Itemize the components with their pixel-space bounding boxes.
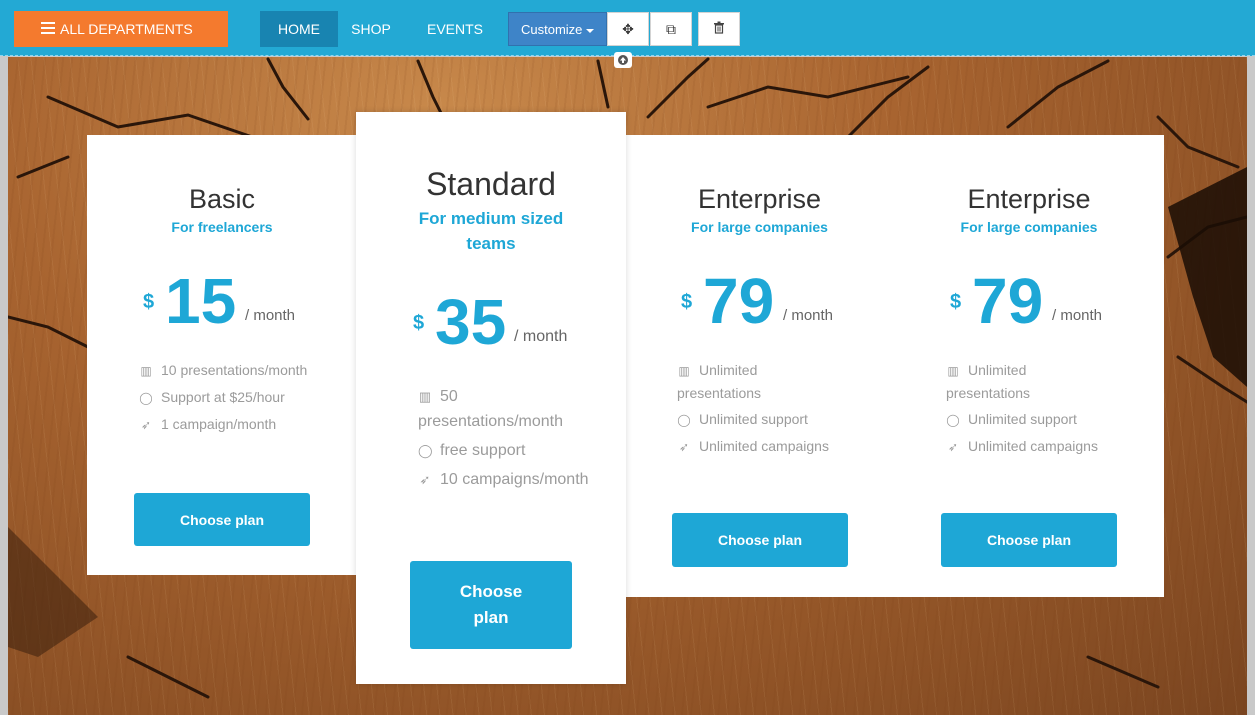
price-amount: 79 — [703, 265, 775, 337]
currency-symbol: $ — [143, 291, 155, 313]
choose-plan-button[interactable]: Choose plan — [941, 513, 1117, 567]
plan-subtitle: For large companies — [960, 219, 1098, 235]
feature-item: ▥ Unlimited presentations — [677, 362, 762, 401]
customize-dropdown[interactable]: Customize — [508, 12, 607, 46]
currency-symbol: $ — [413, 312, 425, 334]
chart-icon: ▥ — [947, 364, 959, 378]
feature-item: ➶ 10 campaigns/month — [418, 467, 606, 492]
pricing-card-standard: Standard For medium sized teams $ 35 / m… — [356, 112, 626, 684]
plan-subtitle: For large companies — [691, 219, 828, 235]
move-button[interactable]: ✥ — [607, 12, 649, 46]
plan-subtitle: For freelancers — [171, 219, 273, 235]
feature-item: ➶ Unlimited campaigns — [946, 435, 1104, 458]
plan-name: Enterprise — [697, 184, 822, 214]
chat-icon: ◯ — [677, 413, 691, 427]
choose-plan-button[interactable]: Choose plan — [134, 493, 310, 546]
currency-symbol: $ — [681, 291, 693, 313]
plan-price: $ 79 / month — [894, 269, 1164, 333]
feature-item: ▥ Unlimited presentations — [946, 362, 1031, 401]
price-period: / month — [783, 307, 834, 324]
feature-item: ◯ Unlimited support — [677, 408, 834, 431]
price-amount: 35 — [435, 286, 507, 358]
feature-list: ▥ Unlimited presentations ◯ Unlimited supp… — [677, 359, 834, 458]
price-amount: 15 — [165, 265, 237, 337]
delete-button[interactable] — [698, 12, 740, 46]
chart-icon: ▥ — [418, 389, 432, 404]
all-departments-label: ALL DEPARTMENTS — [60, 21, 193, 37]
chat-icon: ◯ — [139, 391, 153, 405]
feature-item: ▥ 10 presentations/month — [139, 359, 337, 382]
caret-down-icon — [586, 28, 595, 33]
pricing-card-enterprise-2: Enterprise For large companies $ 79 / mo… — [894, 135, 1164, 597]
move-icon: ✥ — [622, 20, 634, 37]
all-departments-button[interactable]: ALL DEPARTMENTS — [14, 11, 228, 47]
rocket-icon: ➶ — [419, 472, 431, 487]
chat-icon: ◯ — [946, 413, 960, 427]
price-amount: 79 — [972, 265, 1044, 337]
feature-list: ▥ 50 presentations/month ◯ free support ➶ 1… — [418, 384, 606, 492]
plan-name: Standard — [426, 166, 556, 202]
price-period: / month — [514, 328, 568, 345]
rocket-icon: ➶ — [947, 440, 959, 454]
plan-price: $ 15 / month — [87, 269, 357, 333]
plan-name: Basic — [188, 184, 256, 214]
chart-icon: ▥ — [678, 364, 690, 378]
plan-price: $ 35 / month — [356, 284, 626, 354]
nav-shop[interactable]: SHOP — [340, 11, 402, 47]
pricing-card-basic: Basic For freelancers $ 15 / month ▥ 10 p… — [87, 135, 357, 575]
currency-symbol: $ — [950, 291, 962, 313]
rocket-icon: ➶ — [140, 418, 152, 432]
trash-icon — [713, 21, 725, 37]
feature-list: ▥ 10 presentations/month ◯ Support at $25/… — [139, 359, 337, 436]
customize-label: Customize — [521, 22, 583, 37]
menu-icon — [41, 22, 55, 34]
price-period: / month — [1052, 307, 1103, 324]
copy-icon: ⧉ — [666, 20, 676, 37]
chat-icon: ◯ — [418, 443, 433, 458]
choose-plan-button[interactable]: Choose plan — [410, 561, 572, 649]
nav-home[interactable]: HOME — [260, 11, 338, 47]
pricing-card-enterprise: Enterprise For large companies $ 79 / mo… — [625, 135, 894, 597]
arrow-up-icon — [618, 55, 628, 65]
feature-item: ◯ free support — [418, 438, 606, 463]
duplicate-button[interactable]: ⧉ — [650, 12, 692, 46]
rocket-icon: ➶ — [678, 440, 690, 454]
move-up-handle[interactable] — [614, 52, 632, 68]
top-navigation-bar: ALL DEPARTMENTS HOME SHOP EVENTS Customi… — [0, 0, 1255, 56]
plan-name: Enterprise — [967, 184, 1091, 214]
feature-item: ▥ 50 presentations/month — [418, 384, 606, 434]
nav-events[interactable]: EVENTS — [412, 11, 498, 47]
feature-item: ◯ Unlimited support — [946, 408, 1104, 431]
plan-subtitle: For medium sized teams — [418, 209, 564, 253]
feature-list: ▥ Unlimited presentations ◯ Unlimited supp… — [946, 359, 1104, 458]
feature-item: ➶ 1 campaign/month — [139, 413, 337, 436]
feature-item: ◯ Support at $25/hour — [139, 386, 337, 409]
feature-item: ➶ Unlimited campaigns — [677, 435, 834, 458]
chart-icon: ▥ — [140, 364, 152, 378]
price-period: / month — [245, 307, 296, 324]
plan-price: $ 79 / month — [625, 269, 894, 333]
choose-plan-button[interactable]: Choose plan — [672, 513, 848, 567]
